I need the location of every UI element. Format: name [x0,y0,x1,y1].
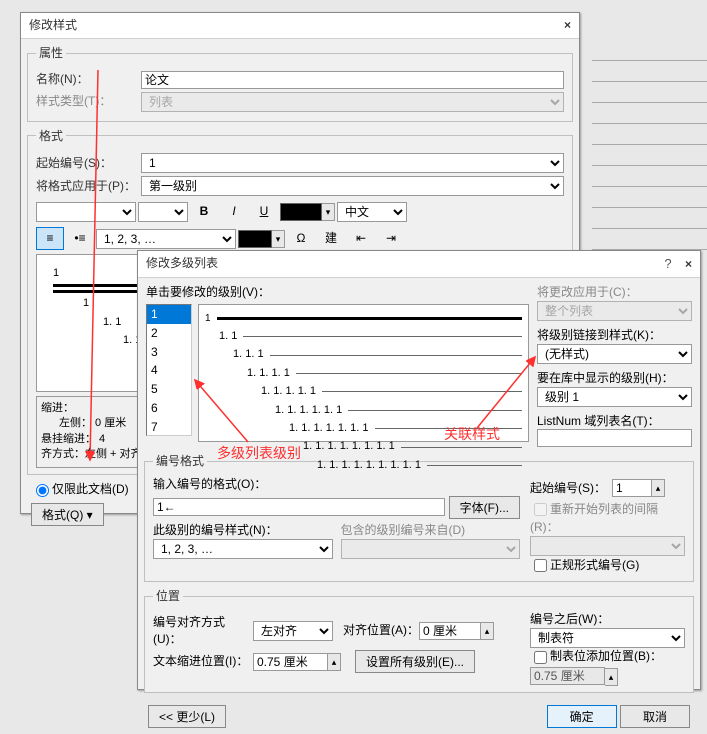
modify-style-title: 修改样式 [29,17,77,34]
font-size-select[interactable] [138,202,188,222]
style-type-label: 样式类型(T)： [36,93,141,110]
apply-format-label: 将格式应用于(P)： [36,178,141,195]
enter-format-input[interactable] [153,498,445,516]
align-at-label: 对齐位置(A)： [343,622,419,639]
ml-preview: 1 1. 1 1. 1. 1 1. 1. 1. 1 1. 1. 1. 1. 1 … [198,304,529,442]
listnum-input[interactable] [537,429,692,447]
listnum-label: ListNum 域列表名(T)： [537,413,692,430]
gallery-label: 要在库中显示的级别(H)： [537,370,692,387]
cancel-button[interactable]: 取消 [620,705,690,728]
decrease-indent-icon[interactable]: ⇤ [347,227,375,250]
enter-format-label: 输入编号的格式(O)： [153,476,520,493]
apply-format-select[interactable]: 第一级别 [141,176,564,196]
lang-select[interactable]: 中文 [337,202,407,222]
properties-legend: 属性 [36,45,66,62]
increase-indent-icon[interactable]: ⇥ [377,227,405,250]
start-at-input[interactable] [612,479,652,497]
start-number-select[interactable]: 1 [141,153,564,173]
font-button[interactable]: 字体(F)... [449,496,520,519]
insert-char-button[interactable]: 建 [317,227,345,250]
level-item-6[interactable]: 6 [147,399,191,418]
level-item-2[interactable]: 2 [147,324,191,343]
position-legend: 位置 [153,588,183,605]
format-menu-button[interactable]: 格式(Q) ▾ [31,503,104,526]
omega-button[interactable]: Ω [287,227,315,250]
level-item-7[interactable]: 7 [147,418,191,436]
restart-after-select [530,536,685,556]
set-all-levels-button[interactable]: 设置所有级别(E)... [355,650,475,673]
italic-button[interactable]: I [220,200,248,223]
less-button[interactable]: << 更少(L) [148,705,226,728]
apply-to-select: 整个列表 [537,301,692,321]
level-item-3[interactable]: 3 [147,343,191,362]
bold-button[interactable]: B [190,200,218,223]
level-listbox[interactable]: 1 2 3 4 5 6 7 8 9 [146,304,192,436]
only-this-doc-radio[interactable] [36,484,49,497]
text-indent-label: 文本缩进位置(I)： [153,653,253,670]
restart-after-check [534,503,547,516]
swatch-2[interactable]: ▾ [238,230,285,248]
only-this-doc[interactable]: 仅限此文档(D) [31,482,129,496]
underline-button[interactable]: U [250,200,278,223]
tab-stop-input [530,667,605,685]
font-family-select[interactable] [36,202,136,222]
numbered-list-icon[interactable]: ≡ [36,227,64,250]
after-label: 编号之后(W)： [530,611,685,628]
apply-to-label: 将更改应用于(C)： [537,284,642,301]
tab-stop-check[interactable] [534,651,547,664]
level-item-5[interactable]: 5 [147,380,191,399]
close-icon[interactable]: × [685,257,692,271]
formal-numbering-check[interactable] [534,559,547,572]
properties-group: 属性 名称(N)： 样式类型(T)： 列表 [27,45,573,122]
bulleted-list-icon[interactable]: •≡ [66,227,94,250]
gallery-select[interactable]: 级别 1 [537,387,692,407]
after-select[interactable]: 制表符 [530,628,685,648]
background-document [592,40,707,250]
list-toolbar: ≡ •≡ 1, 2, 3, … ▾ Ω 建 ⇤ ⇥ [36,227,564,250]
modify-style-titlebar: 修改样式 × [21,13,579,39]
start-at-label: 起始编号(S)： [530,480,606,497]
close-icon[interactable]: × [564,17,571,34]
multilevel-list-dialog: 修改多级列表 ? × 单击要修改的级别(V)： 1 2 3 4 5 6 7 8 … [137,250,701,690]
level-item-1[interactable]: 1 [147,305,191,324]
ml-title: 修改多级列表 [146,255,218,273]
align-label: 编号对齐方式(U)： [153,614,253,648]
text-indent-input[interactable] [253,653,328,671]
name-label: 名称(N)： [36,71,141,88]
align-select[interactable]: 左对齐 [253,621,333,641]
ml-titlebar: 修改多级列表 ? × [138,251,700,278]
this-level-style-label: 此级别的编号样式(N)： [153,522,333,539]
font-toolbar: B I U ▾ 中文 [36,200,564,223]
align-at-input[interactable] [419,622,481,640]
number-format-legend: 编号格式 [153,453,207,470]
include-from-select [341,539,521,559]
position-group: 位置 编号对齐方式(U)： 左对齐 对齐位置(A)： ▴ 文本缩进位置(I)： … [144,588,694,693]
link-style-label: 将级别链接到样式(K)： [537,327,692,344]
include-from-label: 包含的级别编号来自(D) [341,522,521,539]
number-format-select[interactable]: 1, 2, 3, … [96,229,236,249]
name-input[interactable] [141,71,564,89]
ok-button[interactable]: 确定 [547,705,617,728]
start-number-label: 起始编号(S)： [36,155,141,172]
style-type-select: 列表 [141,92,564,112]
this-level-style-select[interactable]: 1, 2, 3, … [153,539,333,559]
level-item-4[interactable]: 4 [147,361,191,380]
format-legend: 格式 [36,128,66,145]
click-level-label: 单击要修改的级别(V)： [146,284,529,301]
help-icon[interactable]: ? [664,256,671,271]
link-style-select[interactable]: (无样式) [537,344,692,364]
font-color-swatch[interactable]: ▾ [280,203,335,221]
